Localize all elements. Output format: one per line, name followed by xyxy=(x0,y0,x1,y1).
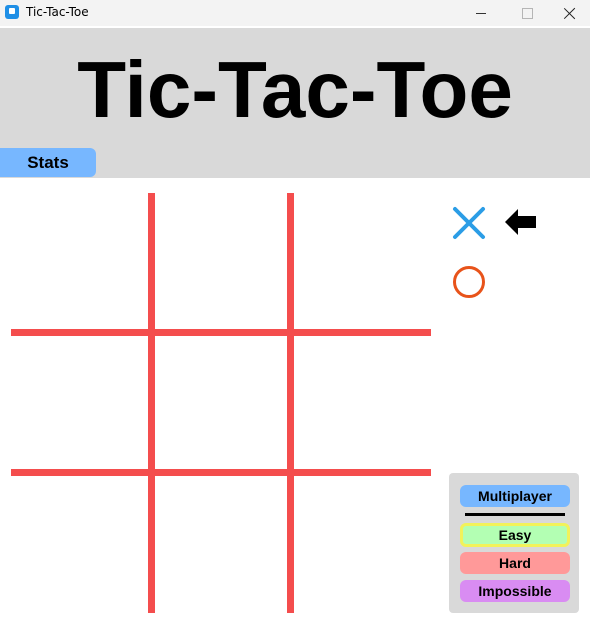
left-arrow-icon xyxy=(505,209,536,235)
board-cell-9[interactable] xyxy=(291,473,431,613)
o-player-icon xyxy=(453,266,485,298)
board-cell-1[interactable] xyxy=(11,193,151,333)
game-board xyxy=(11,193,431,613)
hard-button[interactable]: Hard xyxy=(460,552,570,574)
board-cell-7[interactable] xyxy=(11,473,151,613)
x-player-icon xyxy=(453,207,485,239)
board-cell-6[interactable] xyxy=(291,333,431,473)
app-icon xyxy=(5,5,19,19)
maximize-icon xyxy=(521,7,533,19)
minimize-icon xyxy=(476,12,486,14)
page-title: Tic-Tac-Toe xyxy=(77,45,513,134)
board-cell-2[interactable] xyxy=(151,193,291,333)
header: Tic-Tac-Toe Stats xyxy=(0,28,590,178)
board-cell-4[interactable] xyxy=(11,333,151,473)
close-icon xyxy=(564,7,576,19)
board-cell-8[interactable] xyxy=(151,473,291,613)
minimize-button[interactable] xyxy=(458,0,504,26)
mode-divider xyxy=(465,513,565,516)
close-button[interactable] xyxy=(550,0,590,26)
board-cell-3[interactable] xyxy=(291,193,431,333)
app-window: Tic-Tac-Toe Tic-Tac-Toe Stats Multiplaye… xyxy=(0,0,590,622)
board-cell-5[interactable] xyxy=(151,333,291,473)
impossible-button[interactable]: Impossible xyxy=(460,580,570,602)
mode-panel: Multiplayer Easy Hard Impossible xyxy=(449,473,579,613)
maximize-button[interactable] xyxy=(504,0,550,26)
easy-button[interactable]: Easy xyxy=(460,523,570,547)
title-bar: Tic-Tac-Toe xyxy=(0,0,590,26)
window-title: Tic-Tac-Toe xyxy=(26,5,89,19)
multiplayer-button[interactable]: Multiplayer xyxy=(460,485,570,507)
stats-button[interactable]: Stats xyxy=(0,148,96,177)
